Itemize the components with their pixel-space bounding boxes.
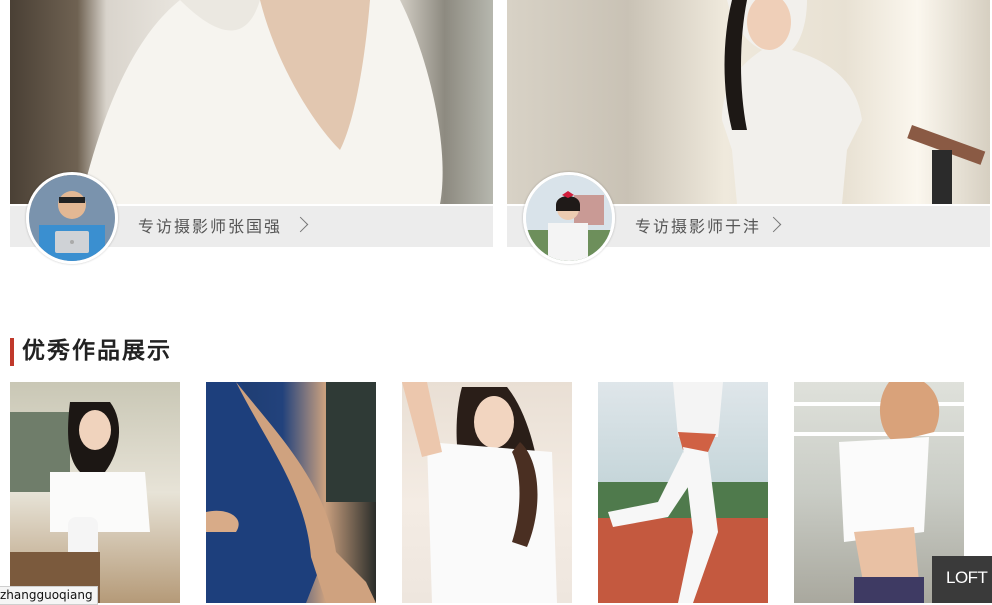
thumbnail-graphic [402, 382, 557, 603]
thumbnail-graphic [10, 402, 150, 603]
status-tooltip: zhangguoqiang [0, 586, 98, 605]
avatar[interactable] [26, 172, 118, 264]
interview-card[interactable]: 专访摄影师于沣 [507, 0, 990, 264]
heading-accent-bar [10, 338, 14, 366]
interview-card[interactable]: 专访摄影师张国强 [10, 0, 493, 264]
chevron-right-icon [765, 216, 782, 233]
interview-link-label[interactable]: 专访摄影师于沣 [635, 206, 761, 247]
gallery-thumbnail[interactable] [402, 382, 572, 603]
interview-link-label[interactable]: 专访摄影师张国强 [138, 206, 282, 247]
thumbnail-graphic [206, 382, 376, 603]
gallery-thumbnail[interactable] [598, 382, 768, 603]
section-title: 优秀作品展示 [22, 338, 172, 364]
gallery-thumbnail[interactable] [10, 382, 180, 603]
chevron-right-icon [292, 216, 309, 233]
avatar[interactable] [523, 172, 615, 264]
thumbnail-graphic [598, 382, 768, 603]
avatar-graphic [526, 175, 612, 261]
avatar-graphic [29, 175, 115, 261]
loft-badge[interactable]: LOFT [932, 556, 992, 603]
loft-badge-label: LOFT [946, 568, 988, 587]
gallery-thumbnail[interactable] [206, 382, 376, 603]
